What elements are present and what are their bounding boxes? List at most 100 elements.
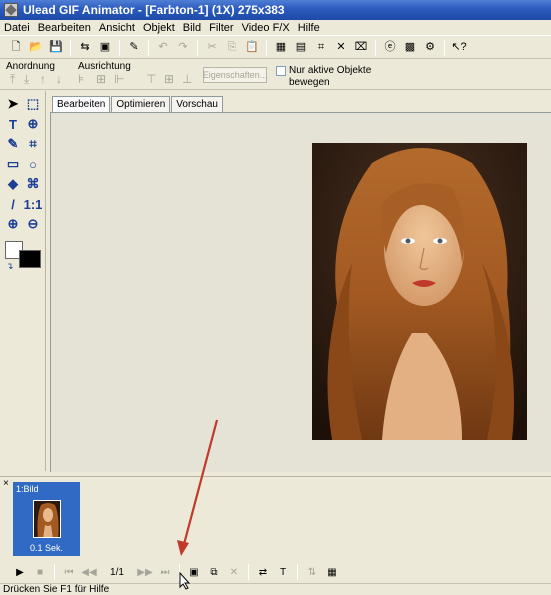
frame-properties-icon[interactable]: ▦ (273, 40, 289, 56)
toolbar-separator (266, 39, 267, 56)
playback-bar: ▶ ■ ⏮ ◀◀ 1/1 ▶▶ ⏭ ▣ ⧉ ✕ ⇄ T ⇅ ▦ (0, 562, 551, 582)
add-images-icon[interactable]: ⇆ (77, 40, 93, 56)
reverse-frames-icon[interactable]: ⇅ (304, 564, 320, 580)
toolbar-separator (297, 564, 298, 580)
duplicate-frame-icon[interactable]: ⧉ (206, 564, 222, 580)
zoom-in-icon[interactable]: ⊕ (4, 215, 22, 233)
close-panel-icon[interactable]: × (3, 478, 9, 489)
swap-colors-icon[interactable]: ↴ (6, 261, 14, 272)
align-middle-icon[interactable]: ⊞ (164, 72, 174, 86)
properties-button[interactable]: Eigenschaften... (203, 67, 267, 83)
menu-bearbeiten[interactable]: Bearbeiten (34, 22, 95, 34)
align-label: Ausrichtung (78, 61, 131, 72)
pick-tool-icon[interactable]: ➤ (4, 95, 22, 113)
send-back-icon[interactable]: ⤓ (24, 72, 29, 87)
fill-tool-icon[interactable]: ◆ (4, 175, 22, 193)
menu-objekt[interactable]: Objekt (139, 22, 179, 34)
status-bar: Drücken Sie F1 für Hilfe (0, 583, 551, 595)
undo-icon[interactable]: ↶ (155, 40, 171, 56)
tween-frames-icon[interactable]: ⇄ (255, 564, 271, 580)
context-help-icon[interactable]: ↖? (451, 40, 467, 56)
actual-size-icon[interactable]: 1:1 (24, 195, 43, 213)
move-down-icon[interactable]: ↓ (56, 72, 62, 86)
ellipse-tool-icon[interactable]: ○ (24, 155, 42, 173)
menu-filter[interactable]: Filter (205, 22, 237, 34)
add-video-icon[interactable]: ▣ (97, 40, 113, 56)
menu-datei[interactable]: Datei (0, 22, 34, 34)
canvas-image[interactable] (312, 143, 527, 440)
zoom-out-icon[interactable]: ⊖ (24, 215, 42, 233)
toolbar-separator (375, 39, 376, 56)
toolbar-separator (119, 39, 120, 56)
transform-icon[interactable]: ✕ (333, 40, 349, 56)
browser-preview-icon[interactable]: ⓔ (382, 40, 398, 56)
eraser-tool-icon[interactable]: ▭ (4, 155, 22, 173)
last-frame-icon[interactable]: ⏭ (157, 564, 173, 580)
paste-icon[interactable]: 📋 (244, 40, 260, 56)
menu-ansicht[interactable]: Ansicht (95, 22, 139, 34)
previous-frame-icon[interactable]: ◀◀ (81, 564, 97, 580)
text-banner-icon[interactable]: T (275, 564, 291, 580)
next-frame-icon[interactable]: ▶▶ (137, 564, 153, 580)
save-icon[interactable]: 💾 (48, 40, 64, 56)
align-left-icon[interactable]: ⊧ (78, 72, 84, 86)
cut-icon[interactable]: ✂ (204, 40, 220, 56)
brush-tool-icon[interactable]: ✎ (4, 135, 22, 153)
eyedropper-tool-icon[interactable]: / (4, 195, 22, 213)
align-top-icon[interactable]: ⊤ (146, 72, 156, 86)
frame-thumbnail-1[interactable]: 1:Bild 0.1 Sek. (13, 482, 80, 556)
crop-tool-icon[interactable]: ⌘ (24, 175, 42, 193)
bring-front-icon[interactable]: ⤒ (10, 72, 15, 87)
tween-icon[interactable]: ⌧ (353, 40, 369, 56)
align-bottom-icon[interactable]: ⊥ (182, 72, 192, 86)
title-bar: Ulead GIF Animator - [Farbton-1] (1X) 27… (0, 0, 551, 20)
only-active-objects-checkbox[interactable] (276, 66, 286, 76)
marquee-tool-icon[interactable]: ⬚ (24, 95, 42, 113)
new-file-icon[interactable]: 🗋 (8, 40, 24, 56)
toolbar-separator (197, 39, 198, 56)
frame-counter: 1/1 (110, 566, 124, 578)
frame-thumbnail-image (33, 500, 61, 538)
play-icon[interactable]: ▶ (12, 564, 28, 580)
toolbar-separator (148, 39, 149, 56)
tab-vorschau[interactable]: Vorschau (171, 96, 223, 112)
tab-optimieren[interactable]: Optimieren (111, 96, 171, 112)
view-tabs: Bearbeiten Optimieren Vorschau (52, 96, 224, 112)
crop-icon[interactable]: ⌗ (313, 40, 329, 56)
text-tool-icon[interactable]: T (4, 115, 22, 133)
redo-icon[interactable]: ↷ (175, 40, 191, 56)
edit-tool-icon[interactable]: ✎ (126, 40, 142, 56)
stop-icon[interactable]: ■ (32, 564, 48, 580)
first-frame-icon[interactable]: ⏮ (61, 564, 77, 580)
align-right-icon[interactable]: ⊩ (114, 72, 124, 86)
toolbar-separator (54, 564, 55, 580)
frame-delay[interactable]: 0.1 Sek. (13, 543, 80, 553)
open-folder-icon[interactable]: 📂 (28, 40, 44, 56)
menu-video-fx[interactable]: Video F/X (238, 22, 294, 34)
delete-frame-icon[interactable]: ✕ (226, 564, 242, 580)
main-toolbar: 🗋 📂 💾 ⇆ ▣ ✎ ↶ ↷ ✂ ⎘ 📋 ▦ ▤ ⌗ ✕ ⌧ ⓔ ▩ ⚙ ↖? (0, 37, 551, 59)
menu-bild[interactable]: Bild (179, 22, 205, 34)
settings-icon[interactable]: ⚙ (422, 40, 438, 56)
background-color-swatch[interactable] (19, 250, 41, 268)
menu-hilfe[interactable]: Hilfe (294, 22, 324, 34)
transform-tool-icon[interactable]: ⊕ (24, 115, 42, 133)
window-title: Ulead GIF Animator - [Farbton-1] (1X) 27… (23, 3, 285, 17)
frame-label: 1:Bild (16, 484, 39, 494)
move-up-icon[interactable]: ↑ (40, 72, 46, 86)
layer-icon[interactable]: ▤ (293, 40, 309, 56)
arrange-label: Anordnung (6, 61, 55, 72)
frame-panel (0, 476, 551, 560)
tab-bearbeiten[interactable]: Bearbeiten (52, 96, 111, 112)
app-icon (4, 3, 18, 17)
copy-icon[interactable]: ⎘ (224, 40, 240, 56)
toolbar-separator (444, 39, 445, 56)
mouse-cursor-icon (179, 572, 191, 590)
frame-properties-icon[interactable]: ▦ (324, 564, 340, 580)
toolbar-separator (248, 564, 249, 580)
align-center-icon[interactable]: ⊞ (96, 72, 106, 86)
optimize-icon[interactable]: ▩ (402, 40, 418, 56)
lasso-tool-icon[interactable]: ⌗ (24, 135, 42, 153)
menu-bar: Datei Bearbeiten Ansicht Objekt Bild Fil… (0, 20, 551, 36)
only-active-objects-label: Nur aktive Objekte bewegen (289, 65, 372, 88)
